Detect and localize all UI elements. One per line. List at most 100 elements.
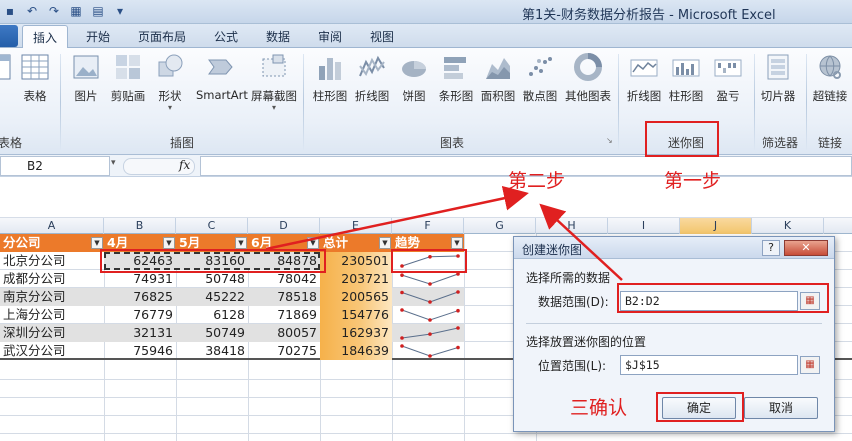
value-cell[interactable]: 76825: [104, 288, 176, 306]
value-cell[interactable]: 80057: [248, 324, 320, 342]
area-chart-button[interactable]: 面积图: [476, 52, 520, 104]
slicer-button[interactable]: 切片器: [756, 52, 800, 104]
filter-dropdown-icon[interactable]: ▼: [91, 237, 103, 249]
value-cell[interactable]: 70275: [248, 342, 320, 360]
table-view-icon[interactable]: ▦: [68, 3, 84, 19]
page-icon[interactable]: ▤: [90, 3, 106, 19]
data-range-label: 数据范围(D):: [538, 295, 609, 309]
column-header[interactable]: E: [320, 218, 392, 234]
name-box[interactable]: B2: [0, 156, 110, 176]
filter-dropdown-icon[interactable]: ▼: [379, 237, 391, 249]
screenshot-button[interactable]: 屏幕截图 ▾: [250, 52, 298, 112]
value-cell[interactable]: 45222: [176, 288, 248, 306]
tab-review[interactable]: 审阅: [318, 28, 342, 45]
divider: [526, 323, 822, 324]
value-cell[interactable]: 50749: [176, 324, 248, 342]
bar-chart-button[interactable]: 条形图: [434, 52, 478, 104]
filter-dropdown-icon[interactable]: ▼: [307, 237, 319, 249]
annotation-box-range-input: [617, 283, 829, 313]
value-cell[interactable]: 71869: [248, 306, 320, 324]
range-picker-icon[interactable]: ▦: [800, 356, 820, 374]
total-cell[interactable]: 184639: [320, 342, 392, 360]
filter-dropdown-icon[interactable]: ▼: [235, 237, 247, 249]
sparkline-line-button[interactable]: 折线图: [622, 52, 666, 104]
save-icon[interactable]: ▪: [2, 3, 18, 19]
clipart-button[interactable]: 剪贴画: [106, 52, 150, 104]
value-cell[interactable]: 32131: [104, 324, 176, 342]
tab-formulas[interactable]: 公式: [214, 28, 238, 45]
ribbon-tabs: 插入 开始 页面布局 公式 数据 审阅 视图: [0, 24, 852, 49]
annotation-step3: 三确认: [570, 397, 628, 419]
company-cell[interactable]: 北京分公司: [0, 252, 104, 270]
column-header[interactable]: J: [680, 218, 752, 234]
location-range-input[interactable]: $J$15: [620, 355, 798, 375]
total-cell[interactable]: 230501: [320, 252, 392, 270]
company-cell[interactable]: 上海分公司: [0, 306, 104, 324]
column-chart-button[interactable]: 柱形图: [308, 52, 352, 104]
dialog-title-bar[interactable]: 创建迷你图 ? ✕: [514, 237, 834, 259]
scatter-chart-button[interactable]: 散点图: [518, 52, 562, 104]
sparkline-column-button[interactable]: 柱形图: [664, 52, 708, 104]
tab-view[interactable]: 视图: [370, 28, 394, 45]
cancel-button[interactable]: 取消: [744, 397, 818, 419]
redo-icon[interactable]: ↷: [46, 3, 62, 19]
smartart-button[interactable]: SmartArt: [196, 52, 248, 102]
company-cell[interactable]: 成都分公司: [0, 270, 104, 288]
pivot-table-icon: [0, 54, 11, 80]
column-header[interactable]: I: [608, 218, 680, 234]
value-cell[interactable]: 6128: [176, 306, 248, 324]
column-header[interactable]: K: [752, 218, 824, 234]
sparkline-cell[interactable]: [392, 288, 464, 306]
total-cell[interactable]: 203721: [320, 270, 392, 288]
shapes-button[interactable]: 形状 ▾: [148, 52, 192, 112]
dialog-launcher-icon[interactable]: ↘: [606, 136, 613, 145]
column-header[interactable]: D: [248, 218, 320, 234]
total-cell[interactable]: 162937: [320, 324, 392, 342]
company-cell[interactable]: 南京分公司: [0, 288, 104, 306]
column-header[interactable]: F: [392, 218, 464, 234]
tab-page-layout[interactable]: 页面布局: [138, 28, 186, 45]
hyperlink-button[interactable]: 超链接: [808, 52, 852, 104]
value-cell[interactable]: 76779: [104, 306, 176, 324]
value-cell[interactable]: 75946: [104, 342, 176, 360]
sparkline-cell[interactable]: [392, 324, 464, 342]
tab-data[interactable]: 数据: [266, 28, 290, 45]
company-cell[interactable]: 深圳分公司: [0, 324, 104, 342]
sparkline-winloss-button[interactable]: 盈亏: [706, 52, 750, 104]
file-tab[interactable]: [0, 25, 18, 47]
sparkline-cell[interactable]: [392, 342, 464, 360]
column-header[interactable]: G: [464, 218, 536, 234]
tab-home[interactable]: 开始: [86, 28, 110, 45]
column-header[interactable]: H: [536, 218, 608, 234]
sparkline-cell[interactable]: [392, 306, 464, 324]
column-header[interactable]: A: [0, 218, 104, 234]
value-cell[interactable]: 78518: [248, 288, 320, 306]
picture-button[interactable]: 图片: [64, 52, 108, 104]
line-chart-button[interactable]: 折线图: [350, 52, 394, 104]
header-cell[interactable]: 分公司 ▼: [0, 234, 104, 252]
tab-insert[interactable]: 插入: [22, 25, 69, 49]
table-button[interactable]: 表格: [13, 52, 57, 104]
group-separator: [618, 54, 619, 150]
company-cell[interactable]: 武汉分公司: [0, 342, 104, 360]
filter-dropdown-icon[interactable]: ▼: [451, 237, 463, 249]
group-label-illustrations: 插图: [170, 136, 195, 150]
column-header[interactable]: B: [104, 218, 176, 234]
value-cell[interactable]: 38418: [176, 342, 248, 360]
undo-icon[interactable]: ↶: [24, 3, 40, 19]
name-box-dropdown-icon[interactable]: ▾: [111, 158, 116, 168]
total-cell[interactable]: 154776: [320, 306, 392, 324]
header-cell[interactable]: 总计 ▼: [320, 234, 392, 252]
insert-function-icon[interactable]: fx: [179, 158, 190, 172]
pie-chart-button[interactable]: 饼图: [392, 52, 436, 104]
other-chart-button[interactable]: 其他图表: [562, 52, 614, 104]
total-cell[interactable]: 200565: [320, 288, 392, 306]
table-icon: [21, 54, 49, 80]
help-button[interactable]: ?: [762, 240, 780, 256]
column-header[interactable]: C: [176, 218, 248, 234]
annotation-box-data-range: [100, 249, 326, 273]
column-headers: A B C D E F G H I J K: [0, 218, 852, 234]
filter-dropdown-icon[interactable]: ▼: [163, 237, 175, 249]
customize-qat-icon[interactable]: ▾: [112, 3, 128, 19]
close-button[interactable]: ✕: [784, 240, 828, 256]
